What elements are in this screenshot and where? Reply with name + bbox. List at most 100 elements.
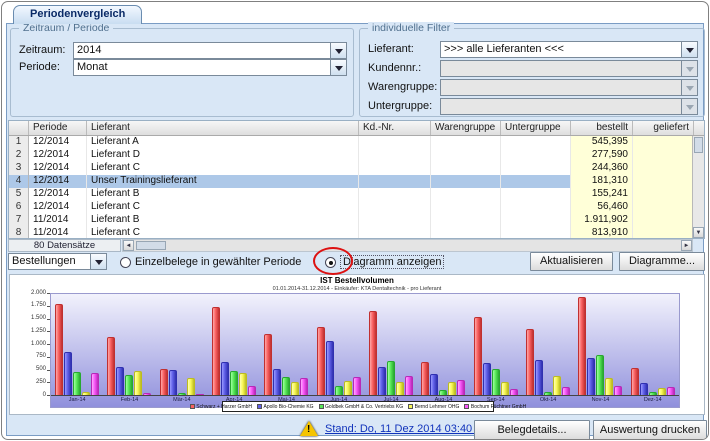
col-lieferant[interactable]: Lieferant (87, 121, 359, 135)
cell-periode[interactable]: 12/2014 (29, 175, 87, 188)
cell-num[interactable]: 6 (9, 201, 29, 214)
cell-kdnr[interactable] (359, 175, 431, 188)
cell-best[interactable]: 181,310 (571, 175, 633, 188)
cell-num[interactable]: 7 (9, 214, 29, 227)
chevron-down-icon[interactable] (330, 43, 346, 58)
cell-wg[interactable] (431, 214, 501, 227)
cell-periode[interactable]: 11/2014 (29, 214, 87, 227)
diagramme-button[interactable]: Diagramme... (619, 252, 705, 271)
table-row[interactable]: 811/2014Lieferant C813,910 (9, 227, 704, 239)
col-kdnr[interactable]: Kd.-Nr. (359, 121, 431, 135)
cell-gel[interactable] (633, 201, 694, 214)
col-untergruppe[interactable]: Untergruppe (501, 121, 571, 135)
cell-periode[interactable]: 12/2014 (29, 136, 87, 149)
cell-best[interactable]: 813,910 (571, 227, 633, 239)
col-geliefert[interactable]: geliefert (633, 121, 694, 135)
cell-wg[interactable] (431, 227, 501, 239)
cell-gel[interactable] (633, 149, 694, 162)
col-periode[interactable]: Periode (29, 121, 87, 135)
cell-best[interactable]: 1.911,902 (571, 214, 633, 227)
cell-periode[interactable]: 12/2014 (29, 162, 87, 175)
cell-num[interactable]: 1 (9, 136, 29, 149)
cell-gel[interactable] (633, 214, 694, 227)
cell-kdnr[interactable] (359, 136, 431, 149)
cell-wg[interactable] (431, 175, 501, 188)
table-row[interactable]: 212/2014Lieferant D 277,590 (9, 149, 704, 162)
cell-lieferant[interactable]: Lieferant A (87, 136, 359, 149)
cell-kdnr[interactable] (359, 227, 431, 239)
radio-einzelbelege-label[interactable]: Einzelbelege in gewählter Periode (135, 256, 301, 268)
cell-num[interactable]: 4 (9, 175, 29, 188)
cell-ug[interactable] (501, 188, 571, 201)
cell-kdnr[interactable] (359, 149, 431, 162)
cell-kdnr[interactable] (359, 214, 431, 227)
h-scrollbar[interactable]: ◄ ► (122, 239, 693, 252)
scroll-left-icon[interactable]: ◄ (123, 240, 134, 251)
cell-lieferant[interactable]: Lieferant D (87, 149, 359, 162)
table-row[interactable]: 512/2014Lieferant B 155,241 (9, 188, 704, 201)
table-row[interactable]: 312/2014Lieferant C 244,360 (9, 162, 704, 175)
cell-num[interactable]: 2 (9, 149, 29, 162)
cell-best[interactable]: 56,460 (571, 201, 633, 214)
cell-ug[interactable] (501, 149, 571, 162)
cell-kdnr[interactable] (359, 162, 431, 175)
cell-ug[interactable] (501, 227, 571, 239)
cell-best[interactable]: 155,241 (571, 188, 633, 201)
scroll-right-icon[interactable]: ► (681, 240, 692, 251)
cell-wg[interactable] (431, 188, 501, 201)
chevron-down-icon[interactable] (681, 42, 697, 57)
cell-wg[interactable] (431, 162, 501, 175)
col-bestellt[interactable]: bestellt (571, 121, 633, 135)
radio-einzelbelege[interactable] (120, 257, 131, 268)
stand-link[interactable]: Stand: Do, 11 Dez 2014 03:40 ... (325, 423, 484, 435)
cell-num[interactable]: 5 (9, 188, 29, 201)
cell-gel[interactable] (633, 188, 694, 201)
cell-num[interactable]: 3 (9, 162, 29, 175)
cell-periode[interactable]: 12/2014 (29, 201, 87, 214)
aktualisieren-button[interactable]: Aktualisieren (530, 252, 613, 271)
cell-ug[interactable] (501, 201, 571, 214)
table-row[interactable]: 612/2014Lieferant C 56,460 (9, 201, 704, 214)
col-warengruppe[interactable]: Warengruppe (431, 121, 501, 135)
cell-ug[interactable] (501, 214, 571, 227)
view-type-combo[interactable]: Bestellungen (8, 253, 107, 270)
cell-lieferant[interactable]: Lieferant C (87, 201, 359, 214)
cell-periode[interactable]: 12/2014 (29, 188, 87, 201)
h-scrollbar-thumb[interactable] (136, 241, 166, 250)
cell-best[interactable]: 244,360 (571, 162, 633, 175)
periode-combo[interactable]: Monat (73, 59, 347, 76)
cell-gel[interactable] (633, 227, 694, 239)
chevron-down-icon[interactable] (330, 60, 346, 75)
lieferant-combo[interactable]: >>> alle Lieferanten <<< (440, 41, 698, 58)
auswertung-drucken-button[interactable]: Auswertung drucken (593, 420, 707, 440)
cell-lieferant[interactable]: Unser Trainingslieferant (87, 175, 359, 188)
table-row[interactable]: 711/2014Lieferant B 1.911,902 (9, 214, 704, 227)
scroll-down-icon[interactable]: ▼ (693, 227, 704, 238)
cell-ug[interactable] (501, 162, 571, 175)
cell-lieferant[interactable]: Lieferant B (87, 214, 359, 227)
radio-diagramm-label[interactable]: Diagramm anzeigen (340, 255, 444, 269)
cell-lieferant[interactable]: Lieferant C (87, 162, 359, 175)
cell-best[interactable]: 277,590 (571, 149, 633, 162)
cell-wg[interactable] (431, 149, 501, 162)
cell-periode[interactable]: 12/2014 (29, 149, 87, 162)
cell-periode[interactable]: 11/2014 (29, 227, 87, 239)
col-num[interactable] (9, 121, 29, 135)
cell-gel[interactable] (633, 175, 694, 188)
cell-gel[interactable] (633, 162, 694, 175)
cell-ug[interactable] (501, 175, 571, 188)
cell-kdnr[interactable] (359, 188, 431, 201)
v-scrollbar-thumb[interactable] (694, 137, 703, 153)
table-row[interactable]: 112/2014Lieferant A 545,395 (9, 136, 704, 149)
cell-best[interactable]: 545,395 (571, 136, 633, 149)
cell-lieferant[interactable]: Lieferant B (87, 188, 359, 201)
belegdetails-button[interactable]: Belegdetails... (474, 420, 590, 440)
cell-ug[interactable] (501, 136, 571, 149)
cell-kdnr[interactable] (359, 201, 431, 214)
cell-gel[interactable] (633, 136, 694, 149)
cell-lieferant[interactable]: Lieferant C (87, 227, 359, 239)
v-scrollbar[interactable]: ▼ (692, 136, 704, 238)
cell-wg[interactable] (431, 201, 501, 214)
zeitraum-combo[interactable]: 2014 (73, 42, 347, 59)
table-row[interactable]: 412/2014Unser Trainingslieferant 181,310 (9, 175, 704, 188)
